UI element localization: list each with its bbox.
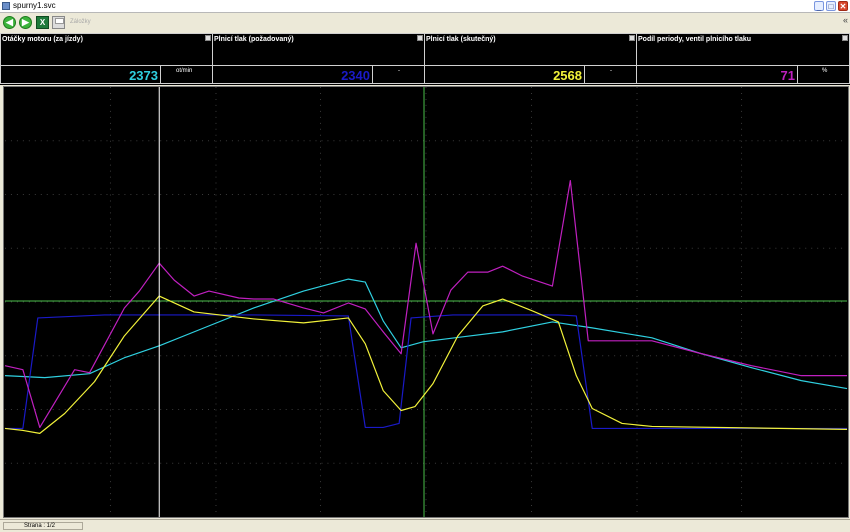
panel-title: Plnicí tlak (skutečný)	[426, 36, 496, 43]
panel-value: 71	[780, 68, 795, 83]
divider	[637, 65, 849, 66]
panel-rpm[interactable]: Otáčky motoru (za jízdy) 2373 ot/min	[0, 33, 213, 84]
panel-value: 2568	[553, 68, 582, 83]
series-line-duty	[4, 179, 848, 429]
excel-export-icon[interactable]: X	[36, 16, 49, 29]
panel-menu-icon[interactable]	[629, 35, 635, 41]
chart-svg[interactable]	[4, 87, 848, 517]
chevron-icon[interactable]: «	[843, 15, 848, 25]
divider	[372, 65, 373, 83]
panel-value: 2340	[341, 68, 370, 83]
panel-menu-icon[interactable]	[417, 35, 423, 41]
page-indicator: Strana : 1/2	[3, 522, 83, 530]
statusbar: Strana : 1/2	[0, 519, 850, 532]
back-arrow-icon[interactable]: ◀	[3, 16, 16, 29]
divider	[1, 65, 212, 66]
bookmarks-button[interactable]: Záložky	[70, 19, 91, 25]
panel-value: 2373	[129, 68, 158, 83]
close-button[interactable]: ✕	[838, 1, 848, 11]
app-icon	[2, 2, 10, 10]
panel-duty-cycle[interactable]: Podíl periody, ventil plnicího tlaku 71 …	[636, 33, 850, 84]
forward-arrow-icon[interactable]: ▶	[19, 16, 32, 29]
panel-menu-icon[interactable]	[205, 35, 211, 41]
panel-unit: -	[610, 68, 612, 74]
maximize-button[interactable]: □	[826, 1, 836, 11]
panel-title: Otáčky motoru (za jízdy)	[2, 36, 83, 43]
print-icon[interactable]	[52, 16, 65, 29]
value-panels: Otáčky motoru (za jízdy) 2373 ot/min Pln…	[0, 33, 850, 85]
panel-unit: -	[398, 68, 400, 74]
panel-boost-requested[interactable]: Plnicí tlak (požadovaný) 2340 -	[212, 33, 425, 84]
divider	[584, 65, 585, 83]
panel-unit: ot/min	[176, 68, 193, 74]
minimize-button[interactable]: _	[814, 1, 824, 11]
panel-title: Plnicí tlak (požadovaný)	[214, 36, 294, 43]
panel-unit: %	[822, 68, 828, 74]
chart-area[interactable]	[3, 86, 849, 518]
divider	[797, 65, 798, 83]
window-titlebar: spurny1.svc _ □ ✕	[0, 0, 850, 13]
panel-boost-actual[interactable]: Plnicí tlak (skutečný) 2568 -	[424, 33, 637, 84]
divider	[213, 65, 424, 66]
divider	[160, 65, 161, 83]
panel-menu-icon[interactable]	[842, 35, 848, 41]
panel-title: Podíl periody, ventil plnicího tlaku	[638, 36, 752, 43]
divider	[425, 65, 636, 66]
toolbar: ◀ ▶ X Záložky «	[0, 13, 850, 34]
window-title: spurny1.svc	[13, 1, 56, 10]
